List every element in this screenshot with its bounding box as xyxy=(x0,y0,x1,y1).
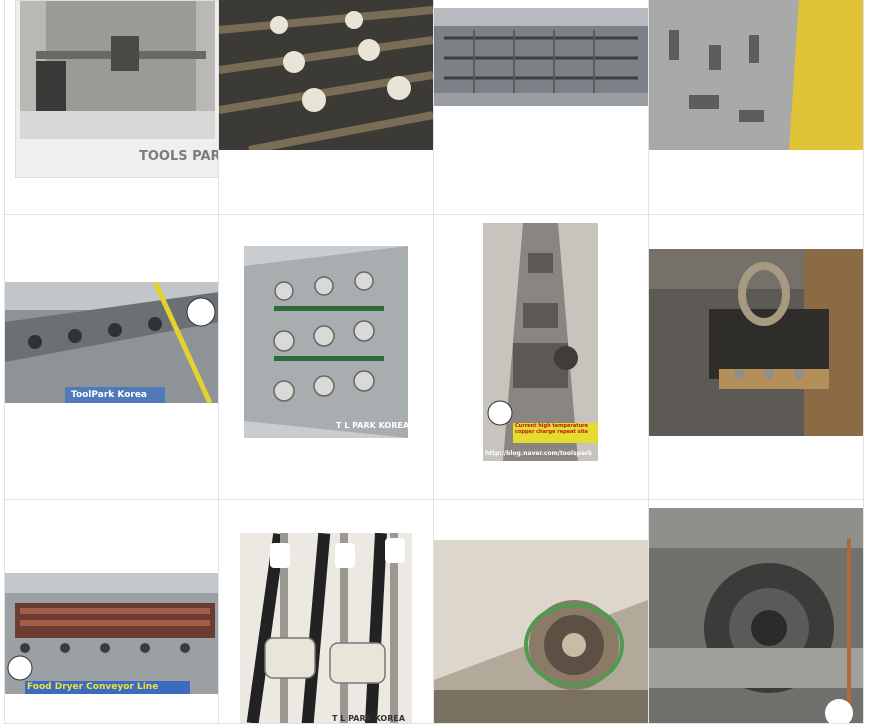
gallery-cell[interactable]: ToolPark Korea xyxy=(4,215,219,500)
gallery-cell[interactable] xyxy=(219,0,434,215)
watermark-text: T L PARK KOREA xyxy=(336,421,408,430)
gallery-cell[interactable]: Food Dryer Conveyor Line xyxy=(4,500,219,724)
watermark-text: TOOLS PARK xyxy=(139,149,218,164)
gallery-photo[interactable] xyxy=(649,508,863,723)
gallery-cell[interactable] xyxy=(434,500,649,724)
gallery-photo[interactable]: ToolPark Korea xyxy=(5,282,218,403)
gallery-photo[interactable] xyxy=(649,249,863,436)
image-gallery-grid: TOOLS PARK xyxy=(4,0,864,724)
gallery-cell[interactable] xyxy=(434,0,649,215)
gallery-photo[interactable] xyxy=(649,0,863,150)
gallery-cell[interactable]: TOOLS PARK xyxy=(4,0,219,215)
gallery-photo[interactable]: T L PARK KOREA xyxy=(240,533,412,723)
gallery-cell[interactable]: Current high temperature copper charge r… xyxy=(434,215,649,500)
watermark-text: ToolPark Korea xyxy=(71,390,147,400)
gallery-photo[interactable]: TOOLS PARK xyxy=(15,0,218,178)
gallery-photo[interactable] xyxy=(434,540,648,723)
source-url: http://blog.naver.com/toolspark xyxy=(485,450,592,457)
caption-text: Current high temperature copper charge r… xyxy=(515,423,589,435)
watermark-text: Food Dryer Conveyor Line xyxy=(27,682,159,692)
gallery-cell[interactable]: T L PARK KOREA xyxy=(219,500,434,724)
gallery-photo[interactable]: T L PARK KOREA xyxy=(244,246,408,438)
gallery-photo[interactable] xyxy=(219,0,433,150)
gallery-photo[interactable]: Current high temperature copper charge r… xyxy=(483,223,598,461)
gallery-photo[interactable]: Food Dryer Conveyor Line xyxy=(5,573,218,694)
gallery-cell[interactable]: T L PARK KOREA xyxy=(219,215,434,500)
gallery-cell[interactable] xyxy=(649,215,864,500)
gallery-photo[interactable] xyxy=(434,8,648,106)
gallery-cell[interactable] xyxy=(649,500,864,724)
watermark-text: T L PARK KOREA xyxy=(332,714,406,723)
gallery-cell[interactable] xyxy=(649,0,864,215)
